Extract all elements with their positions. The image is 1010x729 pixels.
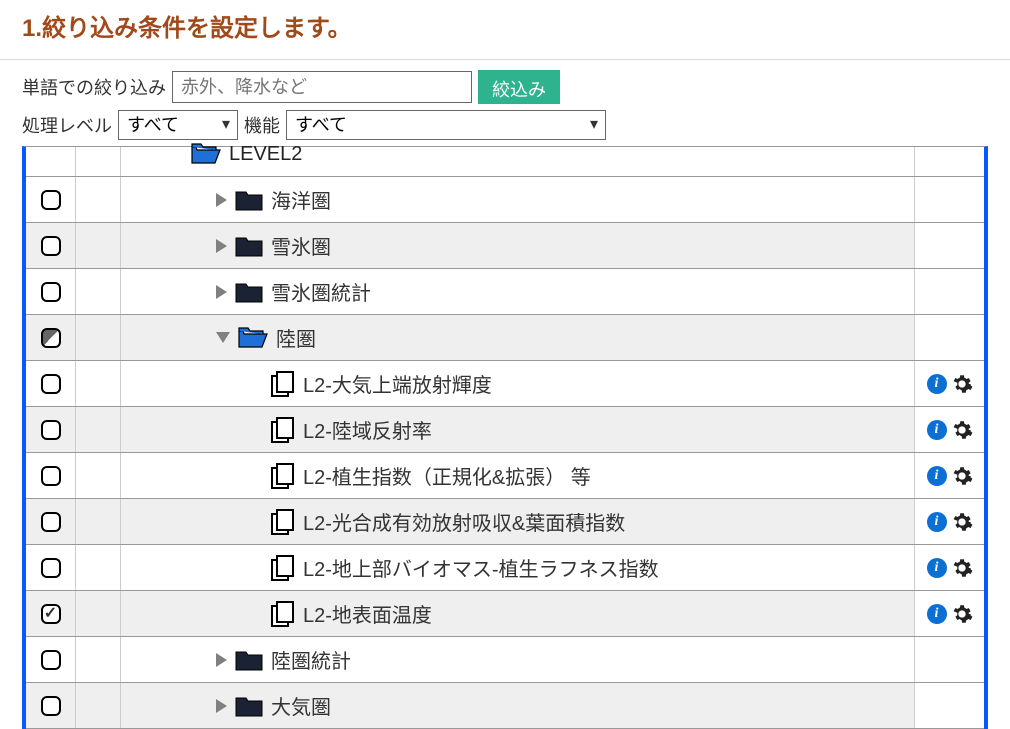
filter-level-select[interactable]: すべて — [118, 110, 238, 140]
checkbox[interactable] — [41, 558, 61, 578]
file-icon — [271, 371, 295, 397]
header-label: LEVEL2 — [229, 143, 302, 166]
info-icon[interactable]: i — [927, 374, 947, 394]
folder-icon — [235, 281, 263, 303]
filter-bar: 単語での絞り込み 絞込み 処理レベル すべて 機能 すべて — [0, 59, 1010, 140]
folder-icon — [235, 235, 263, 257]
node-label[interactable]: L2-地上部バイオマス-植生ラフネス指数 — [303, 553, 659, 582]
chevron-right-icon[interactable] — [216, 193, 227, 207]
folder-icon — [235, 189, 263, 211]
node-label[interactable]: 雪氷圏 — [271, 231, 331, 260]
tree-row: 陸圏 — [26, 315, 984, 361]
info-icon[interactable]: i — [927, 420, 947, 440]
filter-feature-select[interactable]: すべて — [286, 110, 606, 140]
node-label[interactable]: L2-大気上端放射輝度 — [303, 369, 492, 398]
node-label[interactable]: 陸圏統計 — [271, 645, 351, 674]
file-icon — [271, 417, 295, 443]
gear-icon[interactable] — [951, 465, 973, 487]
folder-open-icon — [238, 327, 268, 349]
filter-feature-label: 機能 — [244, 112, 280, 138]
checkbox[interactable] — [41, 696, 61, 716]
tree: LEVEL2 海洋圏 雪氷圏 雪氷圏統計 陸圏 L2-大気上端放射輝度 i L2-… — [22, 146, 988, 729]
file-icon — [271, 555, 295, 581]
node-label[interactable]: 陸圏 — [276, 323, 316, 352]
tree-row: 大気圏 — [26, 683, 984, 729]
info-icon[interactable]: i — [927, 558, 947, 578]
tree-row: L2-地上部バイオマス-植生ラフネス指数 i — [26, 545, 984, 591]
tree-row: 雪氷圏統計 — [26, 269, 984, 315]
checkbox[interactable] — [41, 604, 61, 624]
chevron-right-icon[interactable] — [216, 699, 227, 713]
checkbox[interactable] — [41, 374, 61, 394]
gear-icon[interactable] — [951, 511, 973, 533]
file-icon — [271, 509, 295, 535]
folder-open-icon — [191, 143, 221, 165]
checkbox[interactable] — [41, 328, 61, 348]
tree-row-header: LEVEL2 — [26, 147, 984, 177]
node-label[interactable]: L2-地表面温度 — [303, 599, 432, 628]
checkbox[interactable] — [41, 420, 61, 440]
checkbox[interactable] — [41, 650, 61, 670]
tree-row: L2-植生指数（正規化&拡張） 等 i — [26, 453, 984, 499]
file-icon — [271, 601, 295, 627]
node-label[interactable]: 海洋圏 — [271, 185, 331, 214]
folder-icon — [235, 695, 263, 717]
info-icon[interactable]: i — [927, 466, 947, 486]
tree-row: L2-陸域反射率 i — [26, 407, 984, 453]
checkbox[interactable] — [41, 236, 61, 256]
checkbox[interactable] — [41, 190, 61, 210]
chevron-right-icon[interactable] — [216, 239, 227, 253]
node-label[interactable]: L2-陸域反射率 — [303, 415, 432, 444]
gear-icon[interactable] — [951, 419, 973, 441]
node-label[interactable]: L2-光合成有効放射吸収&葉面積指数 — [303, 507, 625, 536]
info-icon[interactable]: i — [927, 512, 947, 532]
file-icon — [271, 463, 295, 489]
info-icon[interactable]: i — [927, 604, 947, 624]
node-label[interactable]: 大気圏 — [271, 691, 331, 720]
tree-row: 陸圏統計 — [26, 637, 984, 683]
tree-row: L2-地表面温度 i — [26, 591, 984, 637]
chevron-right-icon[interactable] — [216, 285, 227, 299]
node-label[interactable]: L2-植生指数（正規化&拡張） 等 — [303, 461, 591, 490]
gear-icon[interactable] — [951, 557, 973, 579]
filter-word-label: 単語での絞り込み — [22, 74, 166, 100]
gear-icon[interactable] — [951, 373, 973, 395]
chevron-right-icon[interactable] — [216, 653, 227, 667]
tree-row: 海洋圏 — [26, 177, 984, 223]
filter-level-label: 処理レベル — [22, 112, 112, 138]
tree-row: L2-大気上端放射輝度 i — [26, 361, 984, 407]
gear-icon[interactable] — [951, 603, 973, 625]
page-title: 1.絞り込み条件を設定します。 — [0, 0, 1010, 59]
tree-row: 雪氷圏 — [26, 223, 984, 269]
chevron-down-icon[interactable] — [216, 332, 230, 343]
checkbox[interactable] — [41, 466, 61, 486]
tree-row: L2-光合成有効放射吸収&葉面積指数 i — [26, 499, 984, 545]
filter-word-input[interactable] — [172, 71, 472, 103]
folder-icon — [235, 649, 263, 671]
node-label[interactable]: 雪氷圏統計 — [271, 277, 371, 306]
filter-button[interactable]: 絞込み — [478, 70, 560, 104]
checkbox[interactable] — [41, 282, 61, 302]
checkbox[interactable] — [41, 512, 61, 532]
